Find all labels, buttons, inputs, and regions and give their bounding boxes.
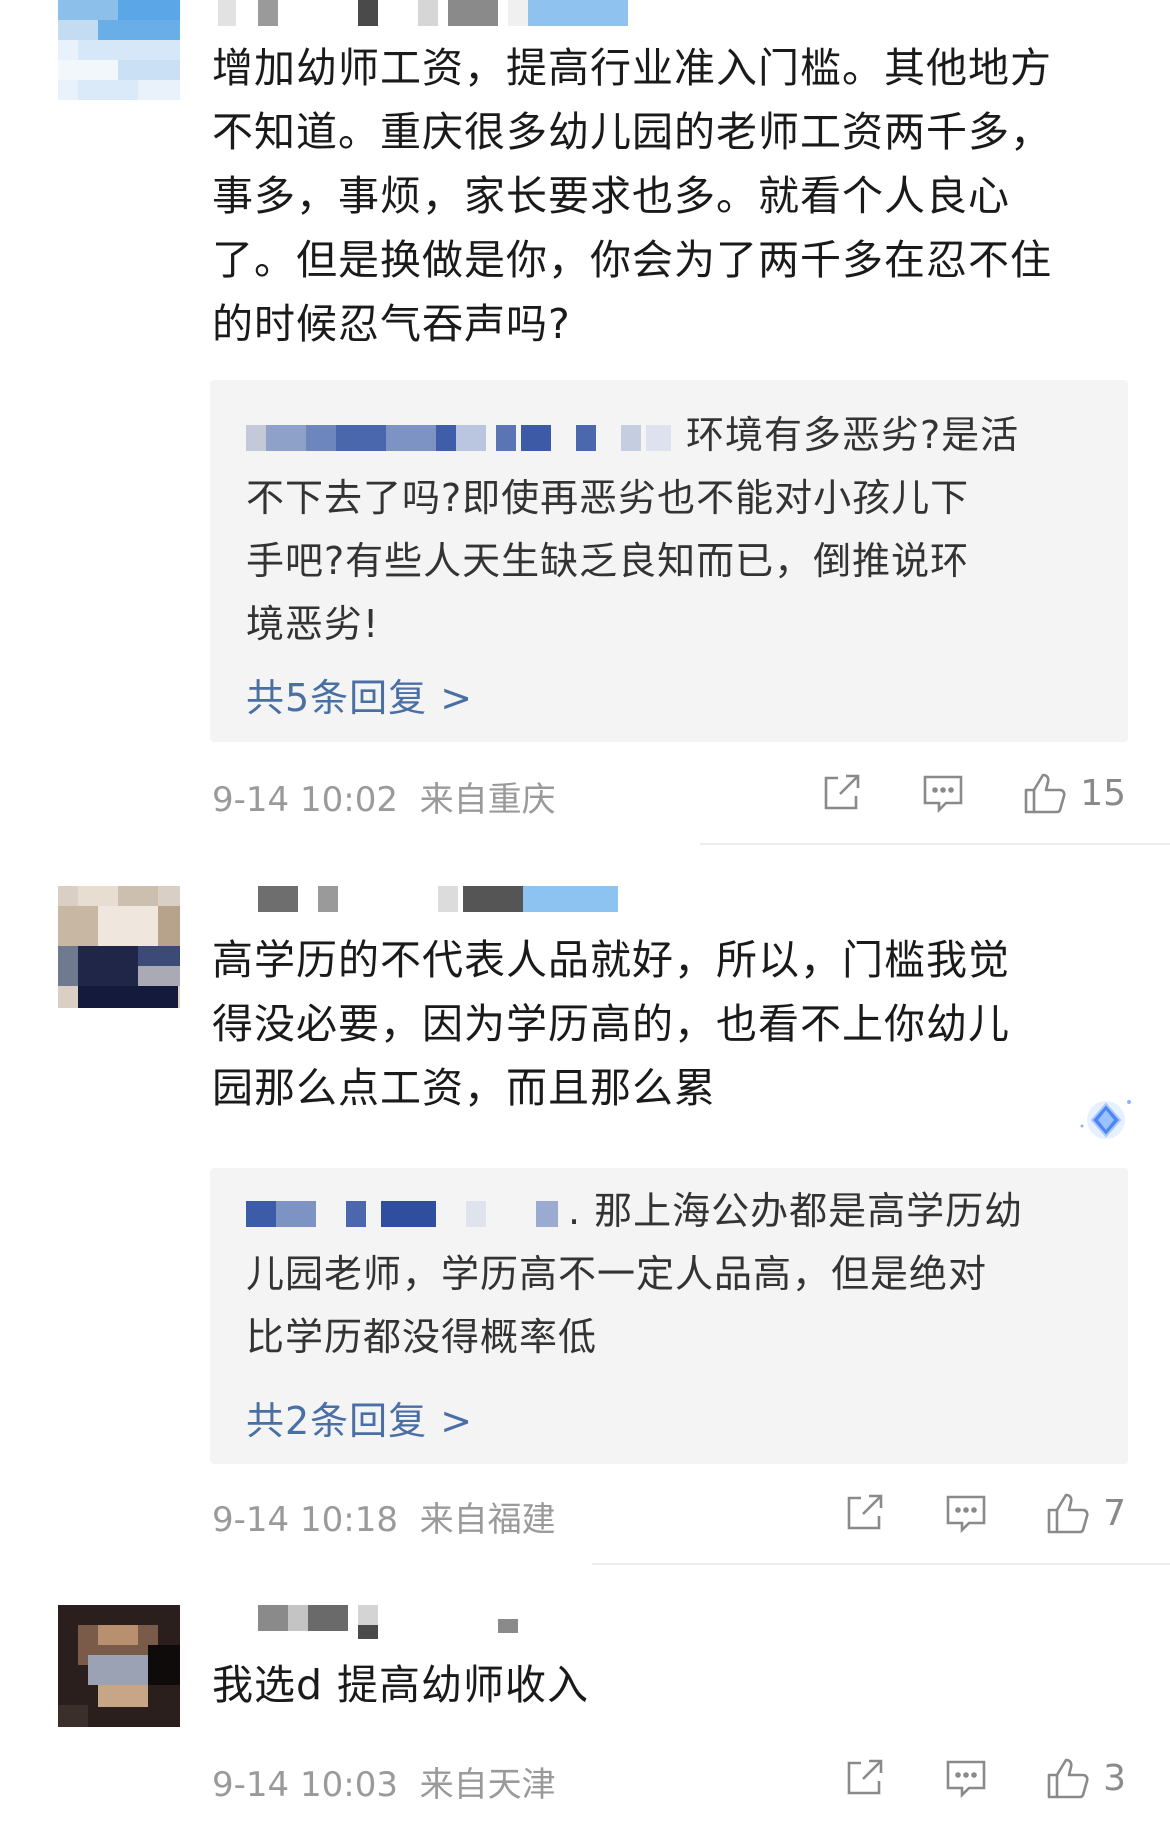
comment-line: 高学历的不代表人品就好，所以，门槛我觉 [212,936,1010,984]
comment-line: 增加幼师工资，提高行业准入门槛。其他地方 [212,44,1052,92]
timestamp: 9-14 10:18 [212,1500,398,1540]
comment-meta: 9-14 10:03 来自天津 [212,1757,556,1806]
comment-text: 增加幼师工资，提高行业准入门槛。其他地方 不知道。重庆很多幼儿园的老师工资两千多… [212,36,1052,356]
location: 来自天津 [419,1765,556,1805]
location: 来自重庆 [419,780,556,820]
reply-line: 环境有多恶劣?是活 [686,413,1020,457]
more-replies-link[interactable]: 共2条回复 > [246,1390,473,1445]
comment-text: 高学历的不代表人品就好，所以，门槛我觉 得没必要，因为学历高的，也看不上你幼儿 … [212,928,1010,1120]
username-redacted[interactable] [258,886,618,912]
reply-box[interactable]: 环境有多恶劣?是活 不下去了吗?即使再恶劣也不能对小孩儿下 手吧?有些人天生缺乏… [210,380,1128,742]
share-icon[interactable] [841,1755,887,1801]
action-bar: 3 [785,1755,1126,1801]
comment-text: 我选d 提高幼师收入 [212,1653,589,1717]
timestamp: 9-14 10:02 [212,780,398,820]
more-replies-link[interactable]: 共5条回复 > [246,667,473,722]
username-redacted[interactable] [258,1605,548,1639]
reply-username-redacted[interactable] [246,1200,568,1227]
thumbs-up-icon[interactable] [1045,1490,1091,1536]
thumbs-up-icon[interactable] [1045,1755,1091,1801]
location: 来自福建 [419,1500,556,1540]
divider [700,843,1170,845]
reply-text: 环境有多恶劣?是活 不下去了吗?即使再恶劣也不能对小孩儿下 手吧?有些人天生缺乏… [246,404,1019,656]
avatar[interactable] [58,1605,180,1727]
reply-line: 境恶劣! [246,602,380,646]
action-bar: 15 [762,770,1126,816]
comment-line: 得没必要，因为学历高的，也看不上你幼儿 [212,1000,1010,1048]
comment-line: 不知道。重庆很多幼儿园的老师工资两千多， [212,108,1052,156]
reply-line: 比学历都没得概率低 [246,1315,598,1359]
comment-icon[interactable] [943,1490,989,1536]
comment-line: 了。但是换做是你，你会为了两千多在忍不住 [212,236,1052,284]
comment-line: 园那么点工资，而且那么累 [212,1064,716,1112]
timestamp: 9-14 10:03 [212,1765,398,1805]
like-count: 7 [1103,1492,1126,1534]
comment-meta: 9-14 10:18 来自福建 [212,1492,556,1541]
reply-line: 手吧?有些人天生缺乏良知而已，倒推说环 [246,539,970,583]
action-bar: 7 [785,1490,1126,1536]
thumbs-up-icon[interactable] [1022,770,1068,816]
share-icon[interactable] [841,1490,887,1536]
reply-line: 儿园老师，学历高不一定人品高，但是绝对 [246,1252,988,1296]
avatar[interactable] [58,886,180,1008]
reply-box[interactable]: . 那上海公办都是高学历幼 儿园老师，学历高不一定人品高，但是绝对 比学历都没得… [210,1168,1128,1464]
comment-line: 事多，事烦，家长要求也多。就看个人良心 [212,172,1010,220]
reply-text: . 那上海公办都是高学历幼 儿园老师，学历高不一定人品高，但是绝对 比学历都没得… [246,1180,1023,1369]
divider [592,1563,1170,1565]
share-icon[interactable] [818,770,864,816]
comment-icon[interactable] [943,1755,989,1801]
comment-line: 的时候忍气吞声吗? [212,300,571,348]
avatar[interactable] [58,0,180,100]
comment-icon[interactable] [920,770,966,816]
username-redacted[interactable] [218,0,628,26]
diamond-badge-icon [1076,1094,1136,1148]
like-count: 3 [1103,1757,1126,1799]
comment-meta: 9-14 10:02 来自重庆 [212,772,556,821]
reply-line: . 那上海公办都是高学历幼 [568,1189,1024,1233]
reply-line: 不下去了吗?即使再恶劣也不能对小孩儿下 [246,476,970,520]
like-count: 15 [1080,772,1126,814]
reply-username-redacted[interactable] [246,424,686,451]
comment-line: 我选d 提高幼师收入 [212,1661,590,1709]
